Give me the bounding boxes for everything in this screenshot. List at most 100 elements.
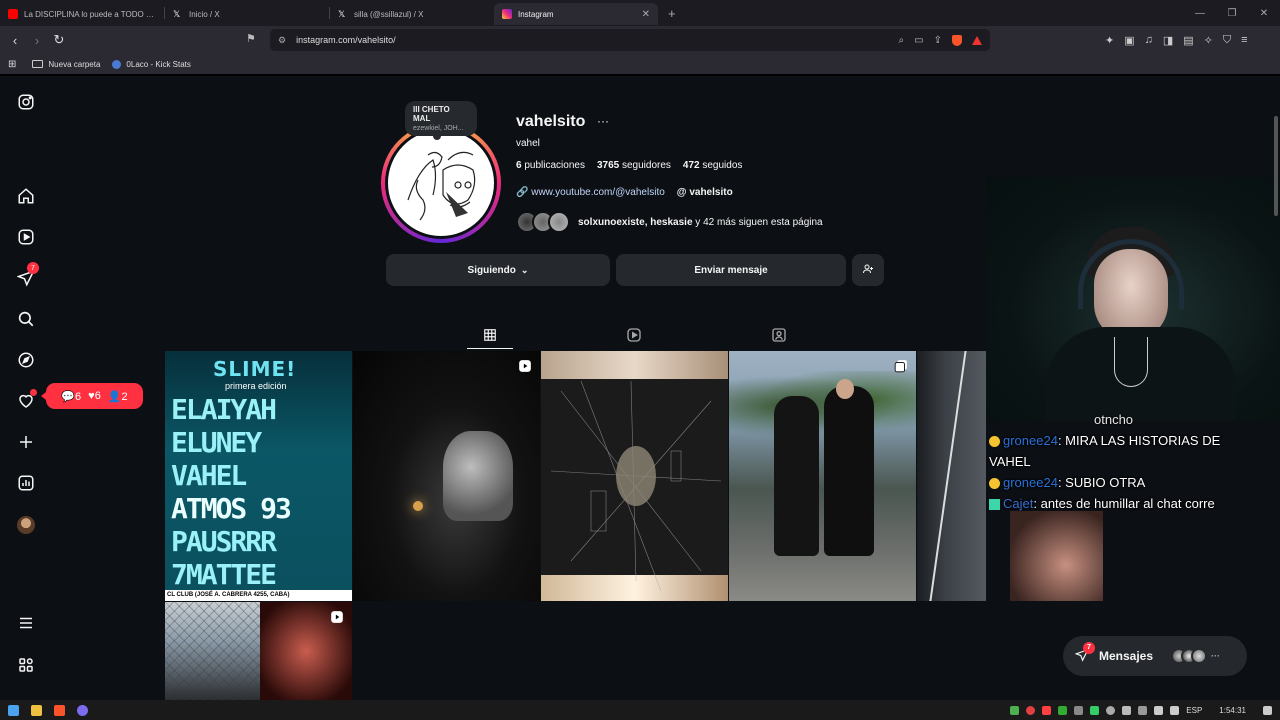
- tray-app-icon[interactable]: [1138, 705, 1148, 715]
- activity-pill[interactable]: 💬6 ♥6 👤2: [41, 383, 143, 409]
- clock[interactable]: 1:54:31: [1219, 706, 1246, 715]
- youtube-link[interactable]: 🔗 www.youtube.com/@vahelsito: [516, 187, 665, 198]
- brave-rewards-icon[interactable]: [972, 35, 982, 45]
- post-fence[interactable]: [165, 602, 352, 700]
- following-button[interactable]: Siguiendo ⌄: [386, 254, 610, 286]
- necklace: [1114, 337, 1148, 387]
- zoom-icon[interactable]: ⌕: [899, 35, 905, 46]
- x-icon: 𝕏: [173, 9, 181, 19]
- note-title: llI CHETO MAL: [413, 105, 450, 123]
- tab-youtube[interactable]: La DISCIPLINA lo puede a TODO - El...: [0, 3, 164, 25]
- volume-icon[interactable]: [1170, 705, 1180, 715]
- new-tab-button[interactable]: +: [668, 6, 676, 21]
- network-icon[interactable]: [1154, 705, 1164, 715]
- tray-app-icon[interactable]: [1010, 705, 1020, 715]
- reload-icon[interactable]: ↻: [48, 32, 70, 48]
- notification-dot: [30, 389, 37, 396]
- lineup-item: 7MATTEE: [171, 558, 277, 591]
- close-window-icon[interactable]: ✕: [1248, 8, 1280, 19]
- tray-app-icon[interactable]: [1058, 705, 1068, 715]
- post-lines: [550, 380, 722, 592]
- post-photo-duo[interactable]: [729, 351, 916, 601]
- create-icon[interactable]: [16, 432, 36, 452]
- bookmark-nueva-carpeta[interactable]: Nueva carpeta: [32, 60, 100, 69]
- dashboard-icon[interactable]: [16, 473, 36, 493]
- send-message-button[interactable]: Enviar mensaje: [616, 254, 846, 286]
- tab-tagged[interactable]: [756, 321, 802, 349]
- tab-title: Instagram: [518, 9, 554, 19]
- messages-pill[interactable]: 7 Mensajes ···: [1063, 636, 1247, 676]
- messages-label: Mensajes: [1099, 649, 1154, 663]
- profile-avatar[interactable]: [16, 515, 36, 535]
- tray-app-icon[interactable]: [1042, 705, 1052, 715]
- tab-bar: La DISCIPLINA lo puede a TODO - El... 𝕏 …: [0, 0, 1280, 26]
- suggested-users-button[interactable]: [852, 254, 884, 286]
- sidebar-toggle-icon[interactable]: ◨: [1163, 34, 1173, 47]
- webcam-overlay: [986, 177, 1280, 421]
- post-glitch[interactable]: [541, 351, 728, 601]
- notifications-icon[interactable]: [1263, 705, 1272, 715]
- media-icon[interactable]: ♫: [1145, 34, 1153, 46]
- menu-icon[interactable]: ≡: [1241, 34, 1247, 46]
- heart-icon[interactable]: [16, 389, 37, 411]
- tab-x-silla[interactable]: 𝕏 silla (@ssillazul) / X: [330, 3, 494, 25]
- road-line: [929, 351, 967, 601]
- tray-app-icon[interactable]: [1106, 705, 1116, 715]
- carousel-icon: [894, 360, 907, 373]
- site-info-icon[interactable]: ⚙: [278, 35, 286, 46]
- restore-icon[interactable]: ❐: [1216, 8, 1248, 19]
- forward-icon[interactable]: ›: [26, 33, 48, 48]
- profile-note[interactable]: llI CHETO MAL ezewkiel, JOH...: [405, 101, 477, 140]
- direct-messages-icon[interactable]: 7: [16, 262, 39, 288]
- leo-icon[interactable]: ✧: [1204, 34, 1213, 47]
- explore-icon[interactable]: [16, 350, 36, 370]
- brave-shields-icon[interactable]: [952, 34, 962, 46]
- following-label: seguidos: [702, 160, 743, 171]
- post-reel-dark[interactable]: [353, 351, 540, 601]
- options-button[interactable]: ···: [597, 114, 609, 128]
- posts-count: 6: [516, 160, 522, 171]
- more-menu-icon[interactable]: [16, 613, 36, 633]
- chat-text: VAHEL: [989, 454, 1031, 469]
- page-scrollbar[interactable]: [1274, 116, 1278, 216]
- minimize-icon[interactable]: —: [1184, 8, 1216, 19]
- tab-reels[interactable]: [611, 321, 657, 349]
- threads-link[interactable]: @ vahelsito: [677, 187, 733, 198]
- also-from-meta-icon[interactable]: [16, 655, 36, 675]
- tab-x-inicio[interactable]: 𝕏 Inicio / X: [165, 3, 329, 25]
- share-icon[interactable]: ⇪: [934, 35, 942, 46]
- following-stat[interactable]: 472 seguidos: [683, 160, 743, 171]
- file-explorer-icon[interactable]: [31, 704, 42, 716]
- close-tab-icon[interactable]: ✕: [642, 9, 650, 20]
- post-trees: [729, 371, 916, 441]
- search-icon[interactable]: [16, 309, 36, 329]
- profile-picture[interactable]: [381, 123, 501, 243]
- wallet-icon[interactable]: ▤: [1183, 34, 1193, 47]
- back-icon[interactable]: ‹: [4, 33, 26, 48]
- reels-icon[interactable]: [16, 227, 36, 247]
- followers-stat[interactable]: 3765 seguidores: [597, 160, 671, 171]
- home-icon[interactable]: [16, 186, 36, 206]
- tab-posts[interactable]: [467, 321, 513, 349]
- tray-app-icon[interactable]: [1026, 705, 1036, 715]
- cast-icon[interactable]: ▭: [914, 35, 923, 46]
- bookmark-icon[interactable]: ⚑: [246, 32, 256, 45]
- address-bar[interactable]: ⚙ instagram.com/vahelsito/ ⌕ ▭ ⇪: [270, 29, 990, 51]
- tab-instagram[interactable]: Instagram ✕: [494, 3, 658, 25]
- followed-by[interactable]: solxunoexiste, heskasie y 42 más siguen …: [516, 210, 823, 234]
- vpn-icon[interactable]: ⛉: [1223, 34, 1231, 47]
- screenshot-icon[interactable]: ▣: [1124, 34, 1134, 47]
- post-road[interactable]: [917, 351, 986, 601]
- instagram-logo-icon[interactable]: [16, 92, 36, 112]
- tray-app-icon[interactable]: [1090, 705, 1100, 715]
- brave-taskbar-icon[interactable]: [54, 704, 65, 716]
- tray-app-icon[interactable]: [1122, 705, 1132, 715]
- tray-app-icon[interactable]: [1074, 705, 1084, 715]
- post-flyer[interactable]: SLIME! primera edición ELAIYAH ELUNEY VA…: [165, 351, 352, 601]
- discord-taskbar-icon[interactable]: [77, 704, 88, 716]
- extensions-icon[interactable]: ✦: [1105, 34, 1114, 47]
- windows-start-icon[interactable]: [8, 704, 19, 716]
- bookmark-kick-stats[interactable]: 0Laco - Kick Stats: [112, 59, 191, 69]
- language-indicator[interactable]: ESP: [1186, 706, 1202, 715]
- apps-grid-icon[interactable]: ⊞: [8, 59, 16, 70]
